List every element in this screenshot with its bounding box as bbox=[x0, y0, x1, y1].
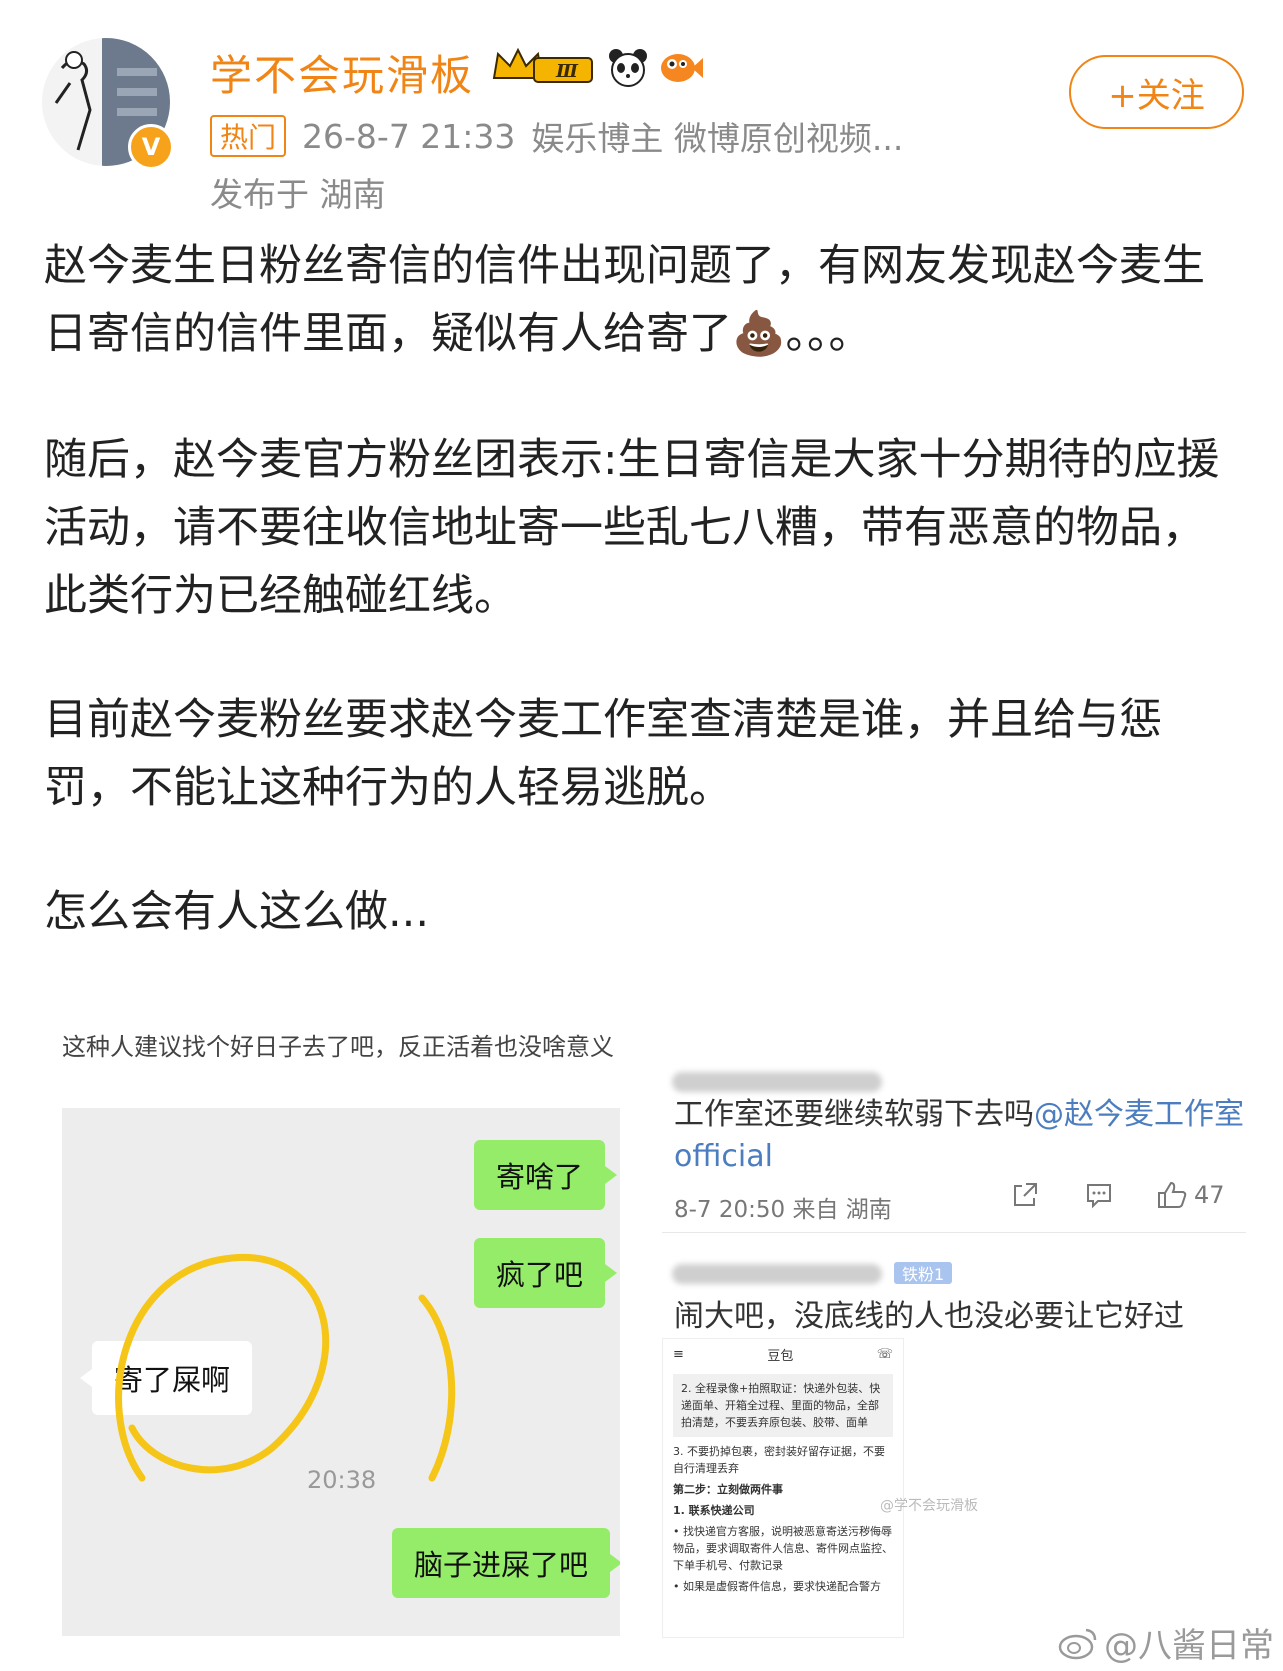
weibo-logo-icon bbox=[1058, 1628, 1097, 1659]
crown-level-badge-icon: Ⅲ bbox=[492, 47, 593, 83]
image-watermark: @学不会玩滑板 bbox=[880, 1498, 978, 1514]
comment-divider bbox=[662, 1232, 1246, 1233]
phone-text-line: • 找快递官方客服，说明被恶意寄送污秽侮辱物品，要求调取寄件人信息、寄件网点监控… bbox=[673, 1525, 893, 1572]
chat-bubble-sent: 寄啥了 bbox=[474, 1140, 618, 1210]
post-meta: 热门 26-8-7 21:33 娱乐博主 微博原创视频... bbox=[210, 112, 903, 160]
share-icon[interactable] bbox=[1010, 1180, 1040, 1210]
comment-1-text: 工作室还要继续软弱下去吗@赵今麦工作室official bbox=[674, 1097, 1244, 1174]
hot-tag: 热门 bbox=[210, 115, 287, 157]
chat-bubble-sent: 疯了吧 bbox=[474, 1238, 618, 1308]
phone-text-line: • 如果是虚假寄件信息，要求快递配合警方 bbox=[673, 1580, 881, 1593]
chat-screenshot[interactable]: 寄啥了 疯了吧 寄了屎啊 20:38 脑子进屎了吧 bbox=[62, 1108, 620, 1636]
post-paragraph-3: 目前赵今麦粉丝要求赵今麦工作室查清楚是谁，并且给与惩罚，不能让这种行为的人轻易逃… bbox=[44, 695, 1162, 813]
phone-text-line: 第二步：立刻做两件事 bbox=[673, 1483, 783, 1496]
comment-icon[interactable] bbox=[1084, 1180, 1114, 1210]
chat-time: 20:38 bbox=[307, 1466, 377, 1494]
fan-level-tag: 铁粉1 bbox=[894, 1262, 953, 1284]
phone-text-line: 2. 全程录像+拍照取证：快递外包装、快递面单、开箱全过程、里面的物品，全部拍清… bbox=[673, 1374, 893, 1437]
chat-bubble-received: 寄了屎啊 bbox=[79, 1341, 253, 1415]
like-count: 47 bbox=[1194, 1181, 1225, 1209]
user-badges: Ⅲ bbox=[490, 46, 704, 88]
follow-button[interactable]: +关注 bbox=[1069, 55, 1244, 129]
chat-caption: 这种人建议找个好日子去了吧，反正活着也没啥意义 bbox=[62, 1033, 614, 1061]
blurred-username bbox=[672, 1072, 882, 1092]
phone-text-line: 1. 联系快递公司 bbox=[673, 1504, 755, 1517]
blurred-username bbox=[672, 1264, 882, 1284]
svg-text:Ⅲ: Ⅲ bbox=[555, 61, 579, 82]
username[interactable]: 学不会玩滑板 bbox=[210, 42, 474, 103]
phone-title: 豆包 bbox=[767, 1349, 794, 1364]
footer-watermark: @八酱日常 bbox=[1058, 1618, 1274, 1667]
menu-icon: ≡ bbox=[673, 1347, 684, 1362]
thumbs-up-icon bbox=[1158, 1181, 1187, 1208]
post-location: 发布于 湖南 bbox=[210, 175, 386, 214]
comment-1-meta: 8-7 20:50 来自 湖南 bbox=[674, 1197, 892, 1223]
phone-text-line: 3. 不要扔掉包裹，密封装好留存证据，不要自行清理丢弃 bbox=[673, 1445, 885, 1475]
post-paragraph-2: 随后，赵今麦官方粉丝团表示:生日寄信是大家十分期待的应援活动，请不要往收信地址寄… bbox=[44, 435, 1220, 621]
verified-badge-icon: V bbox=[128, 124, 174, 170]
post-paragraph-4: 怎么会有人这么做... bbox=[44, 887, 430, 937]
phone-call-icon: ☏ bbox=[876, 1347, 893, 1362]
post-paragraph-1: 赵今麦生日粉丝寄信的信件出现问题了，有网友发现赵今麦生日寄信的信件里面，疑似有人… bbox=[44, 241, 1205, 359]
post-source: 娱乐博主 微博原创视频... bbox=[531, 119, 904, 158]
comment-2-text: 闹大吧，没底线的人也没必要让它好过 bbox=[674, 1299, 1184, 1334]
panda-icon bbox=[609, 49, 647, 87]
post-timestamp: 26-8-7 21:33 bbox=[302, 116, 516, 156]
chat-bubble-sent: 脑子进屎了吧 bbox=[392, 1528, 620, 1598]
footer-watermark-text: @八酱日常 bbox=[1104, 1626, 1274, 1666]
embedded-phone-screenshot[interactable]: ≡ 豆包 ☏ 2. 全程录像+拍照取证：快递外包装、快递面单、开箱全过程、里面的… bbox=[662, 1338, 904, 1638]
like-button[interactable]: 47 bbox=[1156, 1180, 1225, 1210]
fish-icon bbox=[661, 54, 703, 82]
